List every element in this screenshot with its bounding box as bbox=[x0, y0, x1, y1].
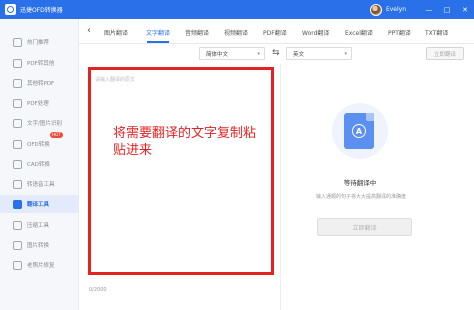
target-language-select[interactable]: 英文 ▾ bbox=[286, 47, 352, 60]
hot-badge: HOT bbox=[50, 132, 63, 138]
photo-repair-icon bbox=[13, 260, 22, 270]
sidebar-item-translate[interactable]: 翻译工具 bbox=[0, 195, 79, 213]
tab-video-translate[interactable]: 视频翻译 bbox=[224, 28, 248, 37]
tab-image-translate[interactable]: 图片翻译 bbox=[104, 28, 128, 37]
tab-bar: ‹ 图片翻译 文字翻译 音频翻译 视频翻译 PDF翻译 Word翻译 Excel… bbox=[79, 19, 474, 44]
compress-icon bbox=[13, 220, 22, 230]
pane-divider bbox=[280, 64, 281, 310]
title-bar: 迅捷OFD转换器 Evelyn — □ ✕ bbox=[0, 0, 474, 19]
sidebar-item-compress[interactable]: 压缩工具 bbox=[0, 216, 79, 234]
tab-ppt-translate[interactable]: PPT翻译 bbox=[388, 28, 411, 37]
close-icon[interactable]: ✕ bbox=[456, 0, 474, 19]
sidebar: 热门推荐 PDF转其他 其他转PDF PDF处理 文字/图片识别 OFD转换 H… bbox=[0, 19, 79, 310]
sidebar-item-label: 压缩工具 bbox=[27, 223, 50, 229]
sidebar-item-label: CAD转换 bbox=[27, 162, 50, 168]
sidebar-item-ofd[interactable]: OFD转换 HOT bbox=[0, 132, 79, 153]
pdf-convert-icon bbox=[13, 58, 22, 68]
tab-pdf-translate[interactable]: PDF翻译 bbox=[263, 28, 287, 37]
back-icon[interactable]: ‹ bbox=[87, 25, 97, 37]
sidebar-item-hot[interactable]: 热门推荐 bbox=[0, 33, 79, 51]
image-icon bbox=[13, 240, 22, 250]
chevron-down-icon: ▾ bbox=[257, 51, 260, 57]
sidebar-item-label: 老照片修复 bbox=[27, 263, 55, 269]
active-tab-indicator bbox=[147, 41, 169, 43]
sidebar-item-label: PDF转其他 bbox=[27, 61, 55, 67]
sidebar-item-cad[interactable]: CAD转换 bbox=[0, 155, 79, 173]
sidebar-item-image[interactable]: 图片转换 bbox=[0, 236, 79, 254]
sidebar-item-label: 文字/图片识别 bbox=[27, 121, 62, 127]
translate-now-button[interactable]: 立即翻译 bbox=[317, 218, 412, 236]
sidebar-item-other-to-pdf[interactable]: 其他转PDF bbox=[0, 74, 79, 92]
ocr-icon bbox=[13, 118, 22, 128]
tab-txt-translate[interactable]: TXT翻译 bbox=[425, 28, 448, 37]
sidebar-item-label: 热门推荐 bbox=[27, 40, 50, 46]
sidebar-item-label: OFD转换 bbox=[27, 142, 50, 148]
to-pdf-icon bbox=[13, 78, 22, 88]
username[interactable]: Evelyn bbox=[386, 6, 406, 13]
status-title: 等待翻译中 bbox=[343, 179, 377, 187]
sidebar-item-label: 翻译工具 bbox=[27, 202, 50, 208]
pdf-process-icon bbox=[13, 98, 22, 108]
source-text-area[interactable]: 请输入翻译的原文 将需要翻译的文字复制粘贴进来 bbox=[88, 67, 274, 275]
sidebar-item-label: 其他转PDF bbox=[27, 81, 55, 87]
sidebar-item-pdf-to-other[interactable]: PDF转其他 bbox=[0, 54, 79, 72]
source-language-value: 简体中文 bbox=[206, 51, 229, 58]
tab-text-translate[interactable]: 文字翻译 bbox=[146, 28, 170, 37]
chevron-down-icon: ▾ bbox=[344, 51, 347, 57]
sidebar-item-label: 转语音工具 bbox=[27, 182, 55, 188]
status-hint: 输入通顺的句子将大大提高翻译的准确度 bbox=[315, 194, 406, 200]
app-title: 迅捷OFD转换器 bbox=[20, 7, 63, 14]
source-placeholder: 请输入翻译的原文 bbox=[95, 77, 136, 83]
ofd-icon bbox=[13, 139, 22, 149]
cad-icon bbox=[13, 159, 22, 169]
minimize-icon[interactable]: — bbox=[420, 0, 438, 19]
sidebar-item-photo-repair[interactable]: 老照片修复 bbox=[0, 256, 79, 274]
sidebar-item-ocr[interactable]: 文字/图片识别 bbox=[0, 114, 79, 132]
translate-a-icon: A bbox=[352, 124, 366, 138]
translate-icon bbox=[13, 199, 22, 209]
translate-now-button-top[interactable]: 立即翻译 bbox=[426, 47, 464, 60]
home-icon bbox=[13, 37, 22, 47]
tab-word-translate[interactable]: Word翻译 bbox=[302, 28, 329, 37]
source-language-select[interactable]: 简体中文 ▾ bbox=[199, 47, 265, 60]
swap-icon[interactable]: ⇆ bbox=[272, 48, 280, 58]
tab-audio-translate[interactable]: 音频翻译 bbox=[185, 28, 209, 37]
annotation-overlay-text: 将需要翻译的文字复制粘贴进来 bbox=[113, 126, 257, 158]
target-language-value: 英文 bbox=[293, 51, 305, 58]
tab-excel-translate[interactable]: Excel翻译 bbox=[345, 28, 373, 37]
avatar[interactable] bbox=[369, 3, 382, 16]
sidebar-item-label: PDF处理 bbox=[27, 101, 49, 107]
character-count: 0/2000 bbox=[89, 287, 107, 293]
app-logo-icon bbox=[5, 4, 16, 15]
sidebar-item-pdf-process[interactable]: PDF处理 bbox=[0, 94, 79, 112]
document-fold-icon bbox=[366, 113, 374, 121]
maximize-icon[interactable]: □ bbox=[438, 0, 456, 19]
voice-icon bbox=[13, 179, 22, 189]
sidebar-item-label: 图片转换 bbox=[27, 243, 50, 249]
sidebar-item-voice[interactable]: 转语音工具 bbox=[0, 175, 79, 193]
